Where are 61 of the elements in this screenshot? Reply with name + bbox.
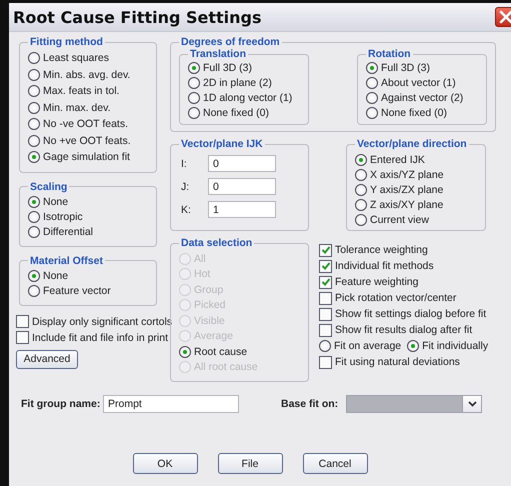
radio-button[interactable]: Y axis/ZX plane (355, 182, 479, 197)
radio-button[interactable]: About vector (1) (366, 75, 482, 90)
file-button[interactable]: File (218, 453, 282, 474)
close-button[interactable] (495, 7, 511, 27)
cancel-button[interactable]: Cancel (302, 453, 368, 474)
radio-button[interactable]: None (28, 194, 150, 210)
field-label: J: (180, 180, 190, 192)
radio-button[interactable]: 1D along vector (1) (188, 90, 304, 105)
radio-button[interactable]: X axis/YZ plane (355, 167, 479, 182)
radio-button[interactable]: None fixed (0) (188, 105, 304, 120)
group-title: Degrees of freedom (180, 36, 281, 48)
radio-button[interactable]: Min. abs. avg. dev. (28, 66, 150, 83)
advanced-button[interactable]: Advanced (16, 350, 78, 368)
radio-button[interactable]: Max. feats in tol. (28, 83, 150, 100)
checkbox[interactable]: Individual fit methods (319, 258, 434, 274)
window-title: Root Cause Fitting Settings (12, 8, 262, 26)
group-title: Translation (189, 48, 248, 60)
group-title: Rotation (367, 48, 412, 60)
radio-button[interactable]: Current view (355, 212, 479, 227)
field-label: Base fit on: (281, 398, 338, 410)
checkbox[interactable]: Include fit and file info in print (16, 330, 168, 346)
field-label: Fit group name: (21, 398, 102, 410)
caret-icon (468, 401, 477, 407)
radio-button[interactable]: Isotropic (28, 210, 150, 224)
ok-button[interactable]: OK (132, 453, 198, 474)
radio-button[interactable]: Root cause (179, 344, 302, 360)
group-title: Scaling (29, 180, 68, 192)
radio-button[interactable]: Full 3D (3) (366, 60, 482, 75)
radio-button[interactable]: Least squares (28, 50, 150, 66)
group-title: Data selection (180, 237, 254, 249)
radio-button[interactable]: Full 3D (3) (188, 60, 304, 75)
radio-button[interactable]: Z axis/XY plane (355, 197, 479, 212)
field-label: K: (180, 204, 192, 216)
group-title: Fitting method (29, 36, 104, 48)
group-title: Material Offset (29, 254, 104, 266)
checkbox[interactable]: Fit using natural deviations (319, 354, 460, 370)
radio-button[interactable]: Against vector (2) (366, 90, 482, 105)
checkbox[interactable]: Show fit results dialog after fit (319, 322, 472, 338)
radio-button[interactable]: None fixed (0) (366, 105, 482, 120)
radio-button[interactable]: 2D in plane (2) (188, 75, 304, 90)
radio-button[interactable]: Feature vector (28, 284, 150, 298)
radio-button[interactable]: Min. max. dev. (28, 100, 150, 116)
radio-button[interactable]: Entered IJK (355, 152, 479, 167)
radio-button[interactable]: Differential (28, 224, 150, 240)
group-title: Vector/plane IJK (180, 138, 264, 150)
checkbox[interactable]: Pick rotation vector/center (319, 290, 456, 306)
input-field[interactable]: 1 (208, 201, 276, 218)
checkbox[interactable]: Feature weighting (319, 274, 418, 290)
input-field[interactable]: 0 (208, 155, 276, 172)
field-label: I: (180, 158, 188, 170)
radio-button[interactable]: No -ve OOT feats. (28, 116, 150, 132)
radio-button[interactable]: None (28, 268, 150, 284)
checkbox[interactable]: Tolerance weighting (319, 242, 428, 258)
checkbox[interactable]: Show fit settings dialog before fit (319, 306, 486, 322)
input-field[interactable]: 0 (208, 178, 276, 195)
radio-button[interactable]: Fit individually (407, 338, 488, 353)
radio-button[interactable]: Fit on average (319, 338, 402, 353)
group-title: Vector/plane direction (356, 138, 468, 150)
radio-button[interactable]: Gage simulation fit (28, 149, 150, 166)
input-field[interactable]: Prompt (103, 395, 239, 413)
radio-button[interactable]: No +ve OOT feats. (28, 132, 150, 149)
